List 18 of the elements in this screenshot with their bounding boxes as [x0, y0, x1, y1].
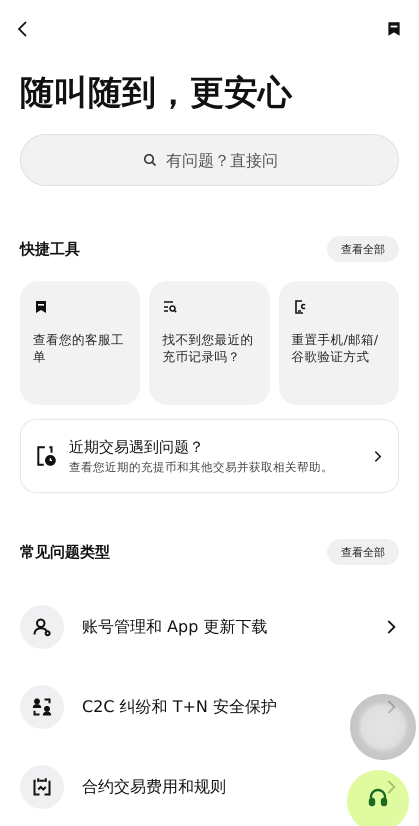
- banner-title: 近期交易遇到问题？: [69, 438, 205, 456]
- category-label[interactable]: 账号管理和 App 更新下载: [82, 616, 268, 638]
- tool-card-label: 重置手机/邮箱/谷歌验证方式: [292, 331, 380, 365]
- tool-card[interactable]: 找不到您最近的充币记录吗？: [149, 281, 270, 405]
- category-label[interactable]: C2C 纠纷和 T+N 安全保护: [82, 696, 277, 718]
- tool-card[interactable]: 查看您的客服工单: [20, 281, 140, 405]
- recent-trades-card[interactable]: 近期交易遇到问题？ 查看您近期的充提币和其他交易并获取相关帮助。: [20, 419, 399, 493]
- category-label[interactable]: 合约交易费用和规则: [82, 776, 226, 798]
- section-title: 快捷工具: [20, 240, 80, 258]
- banner-subtitle: 查看您近期的充提币和其他交易并获取相关帮助。: [69, 460, 334, 474]
- view-all-button[interactable]: 查看全部: [327, 236, 399, 262]
- tool-card[interactable]: 重置手机/邮箱/谷歌验证方式: [278, 281, 399, 405]
- tool-card-label: 找不到您最近的充币记录吗？: [162, 331, 254, 365]
- page-title: 随叫随到，更安心: [20, 72, 294, 115]
- section-title: 常见问题类型: [20, 542, 110, 562]
- tool-card-label: 查看您的客服工单: [33, 331, 125, 365]
- search-field[interactable]: 有问题？直接问: [20, 134, 399, 186]
- view-all-button[interactable]: 查看全部: [327, 539, 399, 565]
